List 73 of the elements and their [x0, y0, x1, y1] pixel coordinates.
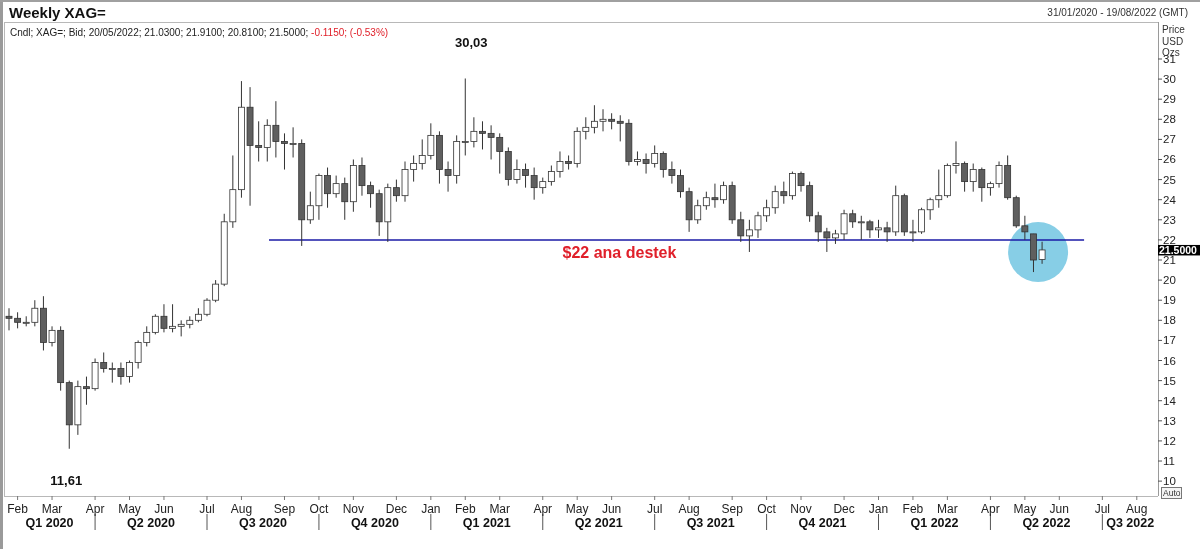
price-tick-label: 11 [1163, 455, 1175, 467]
quarter-label: Q2 2022 [1022, 516, 1071, 530]
month-label: Feb [454, 502, 476, 516]
month-label: Oct [309, 502, 329, 516]
month-label: Jun [601, 502, 622, 516]
price-tick-label: 12 [1163, 434, 1176, 447]
price-tick-label: 13 [1163, 414, 1176, 427]
axis-unit-label: USD [1162, 35, 1184, 47]
support-label: $22 ana destek [562, 243, 677, 261]
month-label: Sep [721, 502, 743, 516]
month-label: Aug [678, 502, 700, 516]
month-label: Jun [154, 502, 174, 516]
price-tick-label: 21 [1163, 254, 1176, 266]
month-label: Dec [385, 502, 408, 516]
month-label: Nov [342, 502, 365, 516]
auto-button[interactable]: Auto [1161, 487, 1182, 499]
month-label: Aug [1126, 502, 1148, 516]
month-label: Jan [421, 502, 441, 516]
month-label: Jan [868, 502, 889, 516]
month-label: Mar [41, 502, 63, 516]
quarter-label: Q2 2020 [127, 516, 176, 530]
price-tick-label: 30 [1163, 73, 1176, 86]
price-tick-label: 16 [1163, 354, 1176, 367]
quarter-label: Q3 2022 [1106, 516, 1155, 530]
price-tick-label: 15 [1163, 374, 1176, 387]
chart-title: Weekly XAG= [9, 3, 106, 21]
quarter-label: Q4 2020 [350, 516, 399, 530]
price-tick-label: 29 [1163, 93, 1176, 106]
price-tick-label: 22 [1163, 233, 1176, 246]
price-tick-label: 10 [1163, 475, 1176, 488]
month-label: Feb [902, 502, 924, 516]
price-annotation: 30,03 [455, 35, 488, 51]
month-label: Apr [533, 502, 553, 516]
price-tick-label: 28 [1163, 113, 1176, 126]
month-label: Apr [981, 502, 1000, 516]
month-label: May [1013, 502, 1037, 516]
month-label: Jul [647, 502, 663, 516]
price-annotation: 11,61 [50, 472, 83, 488]
month-label: May [118, 502, 141, 516]
quarter-label: Q1 2021 [462, 516, 511, 530]
price-tick-label: 26 [1163, 153, 1176, 166]
month-label: Sep [273, 502, 296, 516]
month-label: Aug [230, 502, 253, 516]
price-tick-label: 20 [1163, 274, 1176, 287]
price-tick-label: 23 [1163, 213, 1176, 226]
quarter-label: Q3 2020 [239, 516, 287, 530]
price-tick-label: 19 [1163, 294, 1176, 307]
month-label: Mar [937, 502, 958, 516]
month-label: Jul [199, 502, 215, 516]
price-tick-label: 14 [1163, 394, 1176, 407]
month-label: May [565, 502, 589, 516]
price-tick-label: 25 [1163, 173, 1176, 186]
month-label: Mar [489, 502, 511, 516]
month-label: Jun [1049, 502, 1069, 516]
quarter-label: Q1 2022 [910, 516, 959, 530]
price-tick-label: 18 [1163, 314, 1176, 327]
month-label: Nov [790, 502, 812, 516]
month-label: Oct [757, 502, 776, 516]
quarter-label: Q2 2021 [574, 516, 623, 530]
price-tick-label: 24 [1163, 193, 1176, 206]
month-label: Jul [1094, 502, 1110, 516]
quarter-label: Q3 2021 [686, 516, 735, 530]
price-tick-label: 27 [1163, 133, 1176, 146]
last-price-tag: 21.5000 [1158, 243, 1200, 256]
price-tick-label: 17 [1163, 334, 1176, 347]
quarter-label: Q1 2020 [25, 516, 74, 530]
month-label: Apr [85, 502, 105, 516]
month-label: Dec [833, 502, 855, 516]
quarter-label: Q4 2021 [798, 516, 847, 530]
quote-info: Cndl; XAG=; Bid; 20/05/2022; 21.0300; 21.9100; 20.8100; 21.5000; -0.1150; (-0.53%) [10, 27, 389, 38]
date-range: 31/01/2020 - 19/08/2022 (GMT) [1047, 6, 1188, 18]
month-label: Feb [7, 502, 28, 516]
axis-unit-label: Price [1162, 24, 1185, 35]
